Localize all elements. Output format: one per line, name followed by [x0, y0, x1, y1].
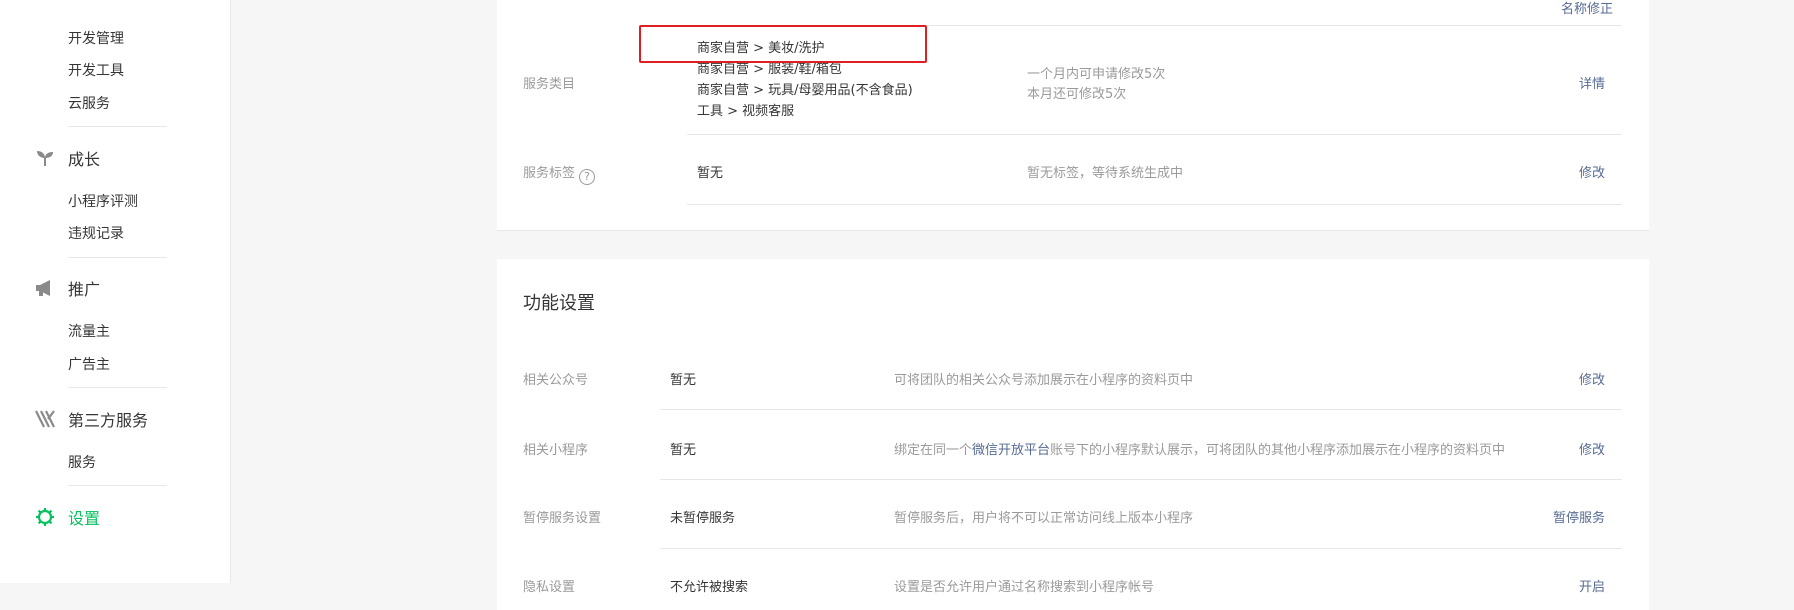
sprout-icon	[34, 147, 56, 169]
row-divider	[687, 25, 1622, 26]
category-item: 商家自营 > 玩具/母婴用品(不含食品)	[697, 83, 913, 98]
sidebar-section-growth-label: 成长	[68, 150, 101, 169]
sidebar-section-third-party-label: 第三方服务	[68, 411, 149, 430]
related-miniprogram-modify[interactable]: 修改	[1579, 439, 1605, 458]
sidebar-section-promote[interactable]: 推广	[34, 276, 100, 300]
row-divider	[687, 134, 1622, 135]
sidebar-item-advertiser[interactable]: 广告主	[68, 356, 110, 374]
pause-service-button[interactable]: 暂停服务	[1553, 507, 1605, 526]
service-tags-value: 暂无	[697, 166, 724, 181]
sidebar-section-settings-label: 设置	[68, 509, 101, 528]
privacy-settings-value: 不允许被搜索	[670, 580, 749, 595]
pause-service-desc: 暂停服务后，用户将不可以正常访问线上版本小程序	[894, 511, 1194, 526]
row-divider	[660, 548, 1622, 549]
sidebar-item-traffic-owner[interactable]: 流量主	[68, 323, 110, 341]
related-miniprogram-label: 相关小程序	[523, 443, 589, 458]
category-modify-limit: 一个月内可申请修改5次	[1027, 67, 1166, 82]
privacy-settings-label: 隐私设置	[523, 580, 576, 595]
gear-icon	[34, 506, 56, 528]
privacy-enable-link[interactable]: 开启	[1579, 576, 1605, 595]
sidebar-section-third-party[interactable]: 第三方服务	[34, 407, 148, 431]
desc-text: 绑定在同一个	[894, 443, 973, 458]
service-category-list: 商家自营 > 美妆/洗护 商家自营 > 服装/鞋/箱包 商家自营 > 玩具/母婴…	[697, 38, 913, 122]
related-official-account-label: 相关公众号	[523, 373, 589, 388]
sidebar-divider	[68, 485, 167, 486]
service-tags-modify-link[interactable]: 修改	[1579, 162, 1605, 181]
related-official-account-desc: 可将团队的相关公众号添加展示在小程序的资料页中	[894, 373, 1194, 388]
pause-service-value: 未暂停服务	[670, 511, 736, 526]
category-item: 商家自营 > 服装/鞋/箱包	[697, 62, 842, 77]
sidebar-item-violations[interactable]: 违规记录	[68, 225, 124, 243]
sidebar-item-dev-tools[interactable]: 开发工具	[68, 62, 124, 80]
sidebar-item-service[interactable]: 服务	[68, 454, 96, 472]
related-official-account-modify[interactable]: 修改	[1579, 369, 1605, 388]
sidebar-divider	[68, 126, 167, 127]
name-correction-link[interactable]: 名称修正	[1561, 0, 1613, 17]
third-party-icon	[34, 408, 56, 430]
service-tags-label-text: 服务标签	[523, 166, 576, 181]
category-remaining: 本月还可修改5次	[1027, 87, 1127, 102]
row-divider	[660, 479, 1622, 480]
sidebar: 开发管理 开发工具 云服务 成长 小程序评测 违规记录 推广 流量主 广告主 第…	[0, 0, 231, 583]
sidebar-item-dev-manage[interactable]: 开发管理	[68, 30, 124, 48]
open-platform-link[interactable]: 微信开放平台	[972, 443, 1050, 458]
category-details-link[interactable]: 详情	[1579, 73, 1605, 92]
sidebar-item-cloud[interactable]: 云服务	[68, 95, 110, 113]
category-item: 工具 > 视频客服	[697, 104, 795, 119]
service-tags-label: 服务标签?	[523, 162, 596, 185]
desc-text: 账号下的小程序默认展示，可将团队的其他小程序添加展示在小程序的资料页中	[1050, 443, 1506, 458]
sidebar-section-dev-partial[interactable]	[34, 0, 68, 8]
sidebar-section-promote-label: 推广	[68, 280, 101, 299]
service-tags-desc: 暂无标签，等待系统生成中	[1027, 166, 1184, 181]
feature-settings-title: 功能设置	[523, 293, 595, 314]
privacy-settings-desc: 设置是否允许用户通过名称搜索到小程序帐号	[894, 580, 1155, 595]
sidebar-divider	[68, 387, 167, 388]
sidebar-divider	[68, 257, 167, 258]
service-info-card: 名称修正 服务类目 商家自营 > 美妆/洗护 商家自营 > 服装/鞋/箱包 商家…	[497, 0, 1649, 231]
pause-service-label: 暂停服务设置	[523, 511, 602, 526]
sidebar-section-settings[interactable]: 设置	[34, 505, 100, 529]
feature-settings-card: 功能设置 相关公众号 暂无 可将团队的相关公众号添加展示在小程序的资料页中 修改…	[497, 259, 1649, 610]
row-divider	[687, 204, 1622, 205]
related-official-account-value: 暂无	[670, 373, 697, 388]
service-category-label: 服务类目	[523, 77, 576, 92]
sidebar-section-growth[interactable]: 成长	[34, 146, 100, 170]
category-item: 商家自营 > 美妆/洗护	[697, 41, 825, 56]
megaphone-icon	[34, 277, 56, 299]
row-divider	[660, 409, 1622, 410]
dev-icon	[34, 0, 56, 7]
help-icon[interactable]: ?	[579, 168, 596, 185]
related-miniprogram-value: 暂无	[670, 443, 697, 458]
sidebar-item-evaluation[interactable]: 小程序评测	[68, 193, 138, 211]
related-miniprogram-desc: 绑定在同一个微信开放平台账号下的小程序默认展示，可将团队的其他小程序添加展示在小…	[894, 439, 1505, 458]
